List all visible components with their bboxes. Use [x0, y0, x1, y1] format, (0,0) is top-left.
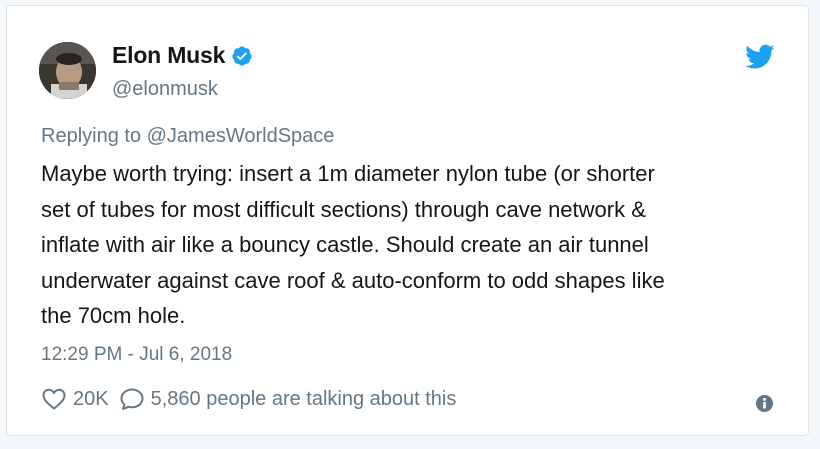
tweet-text: Maybe worth trying: insert a 1m diameter… [41, 156, 781, 334]
talking-count[interactable]: 5,860 people are talking about this [151, 388, 457, 411]
verified-badge-icon [232, 45, 252, 66]
avatar[interactable] [39, 42, 96, 99]
tweet-text-line: set of tubes for most difficult sections… [41, 196, 646, 222]
tweet-text-line: underwater against cave roof & auto-conf… [41, 267, 665, 293]
heart-icon[interactable] [41, 387, 67, 411]
comment-bubble-icon[interactable] [119, 387, 145, 411]
like-action[interactable]: 20K [41, 387, 109, 411]
reply-to-link[interactable]: @JamesWorldSpace [147, 125, 335, 147]
tweet-text-line: inflate with air like a bouncy castle. S… [41, 232, 649, 257]
author-handle[interactable]: @elonmusk [112, 78, 218, 101]
tweet-timestamp[interactable]: 12:29 PM - Jul 6, 2018 [41, 344, 232, 366]
tweet-card: Elon Musk @elonmusk Replying to @JamesWo… [6, 5, 809, 436]
conversation-action[interactable]: 5,860 people are talking about this [109, 387, 457, 411]
author-name[interactable]: Elon Musk [112, 42, 225, 69]
tweet-text-line: the 70cm hole. [41, 303, 186, 328]
author-name-row[interactable]: Elon Musk [112, 42, 253, 69]
tweet-text-line: Maybe worth trying: insert a 1m diameter… [41, 161, 655, 186]
reply-context: Replying to @JamesWorldSpace [41, 125, 334, 148]
reply-prefix: Replying to [41, 125, 142, 147]
like-count[interactable]: 20K [73, 388, 109, 411]
tweet-actions: 20K 5,860 people are talking about this [41, 387, 456, 411]
info-icon[interactable] [755, 394, 774, 413]
twitter-bird-icon[interactable] [745, 44, 775, 70]
